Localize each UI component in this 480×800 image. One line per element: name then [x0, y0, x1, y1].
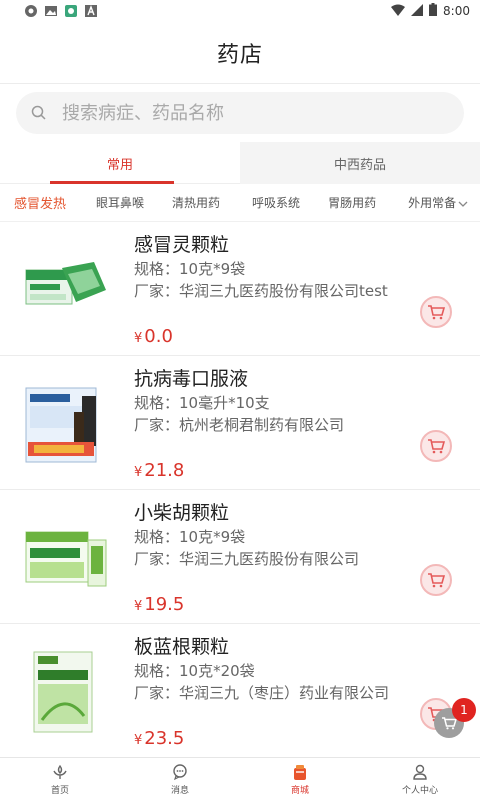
product-spec: 规格：10克*9袋 [134, 528, 246, 546]
category-heat-clearing[interactable]: 清热用药 [172, 194, 220, 211]
product-name: 感冒灵颗粒 [134, 234, 230, 256]
product-price: ¥0.0 [134, 326, 173, 347]
category-respiratory[interactable]: 呼吸系统 [252, 194, 300, 211]
nav-profile[interactable]: 个人中心 [360, 758, 480, 800]
product-item[interactable]: 板蓝根颗粒 规格：10克*20袋 厂家：华润三九（枣庄）药业有限公司 ¥23.5 [0, 624, 480, 758]
nav-messages-label: 消息 [170, 786, 189, 796]
nav-profile-label: 个人中心 [401, 786, 438, 796]
category-bar: 感冒发热 眼耳鼻喉 清热用药 呼吸系统 胃肠用药 外用常备 [0, 184, 480, 222]
add-to-cart-button[interactable] [420, 430, 452, 462]
main-tabs: 常用 中西药品 [0, 142, 480, 184]
bottom-nav: 首页 消息 商城 个人中心 [0, 757, 480, 800]
tab-chinese-western-medicine[interactable]: 中西药品 [240, 142, 480, 184]
cart-icon [428, 573, 445, 588]
category-cold-fever[interactable]: 感冒发热 [14, 193, 66, 212]
product-item[interactable]: 小柴胡颗粒 规格：10克*9袋 厂家：华润三九医药股份有限公司 ¥19.5 [0, 490, 480, 624]
product-price: ¥21.8 [134, 460, 185, 481]
nav-home-label: 首页 [50, 786, 69, 796]
user-icon [413, 764, 427, 780]
shopping-bag-icon [294, 765, 306, 780]
add-to-cart-button[interactable] [420, 564, 452, 596]
signal-icon [411, 3, 424, 19]
product-maker: 厂家：杭州老桐君制药有限公司 [134, 416, 345, 434]
tab-common[interactable]: 常用 [0, 142, 240, 184]
product-item[interactable]: 抗病毒口服液 规格：10毫升*10支 厂家：杭州老桐君制药有限公司 ¥21.8 [0, 356, 480, 490]
nav-mall[interactable]: 商城 [240, 758, 360, 800]
status-icons-right: 8:00 [391, 3, 470, 19]
product-image [20, 644, 112, 736]
search-box[interactable] [16, 92, 464, 134]
add-to-cart-button[interactable] [420, 296, 452, 328]
app-badge-icon [64, 4, 78, 18]
product-name: 板蓝根颗粒 [134, 636, 230, 658]
app-notification-icon [24, 4, 38, 18]
product-spec: 规格：10毫升*10支 [134, 394, 270, 412]
category-gastrointestinal[interactable]: 胃肠用药 [328, 194, 376, 211]
product-price: ¥23.5 [134, 728, 185, 749]
page-title: 药店 [216, 42, 263, 68]
message-icon [173, 764, 187, 781]
image-notification-icon [44, 4, 58, 18]
battery-icon [429, 3, 438, 19]
product-image [20, 242, 112, 334]
product-name: 小柴胡颗粒 [134, 502, 230, 524]
product-maker: 厂家：华润三九医药股份有限公司 [134, 550, 360, 568]
text-notification-icon [84, 4, 98, 18]
product-list: 感冒灵颗粒 规格：10克*9袋 厂家：华润三九医药股份有限公司test ¥0.0… [0, 222, 480, 758]
product-image [20, 376, 112, 468]
product-item[interactable]: 感冒灵颗粒 规格：10克*9袋 厂家：华润三九医药股份有限公司test ¥0.0 [0, 222, 480, 356]
cart-icon [428, 439, 445, 454]
cart-icon [428, 305, 445, 320]
product-image [20, 510, 112, 602]
wifi-icon [391, 4, 406, 19]
home-icon [53, 764, 67, 779]
header: 药店 [0, 22, 480, 84]
product-price: ¥19.5 [134, 594, 185, 615]
product-maker: 厂家：华润三九医药股份有限公司test [134, 282, 388, 300]
product-name: 抗病毒口服液 [134, 368, 249, 390]
product-maker: 厂家：华润三九（枣庄）药业有限公司 [134, 684, 390, 702]
clock: 8:00 [443, 4, 470, 18]
search-bar [0, 84, 480, 142]
nav-messages[interactable]: 消息 [120, 758, 240, 800]
chevron-down-icon[interactable] [456, 196, 470, 210]
search-input[interactable] [62, 102, 442, 124]
category-external-use[interactable]: 外用常备 [408, 194, 456, 211]
nav-home[interactable]: 首页 [0, 758, 120, 800]
status-icons-left [24, 4, 98, 18]
product-spec: 规格：10克*20袋 [134, 662, 255, 680]
status-bar: 8:00 [0, 0, 480, 22]
product-spec: 规格：10克*9袋 [134, 260, 246, 278]
nav-mall-label: 商城 [290, 786, 309, 796]
category-ent[interactable]: 眼耳鼻喉 [96, 194, 144, 211]
cart-count-badge: 1 [452, 698, 476, 722]
search-icon [30, 104, 48, 122]
